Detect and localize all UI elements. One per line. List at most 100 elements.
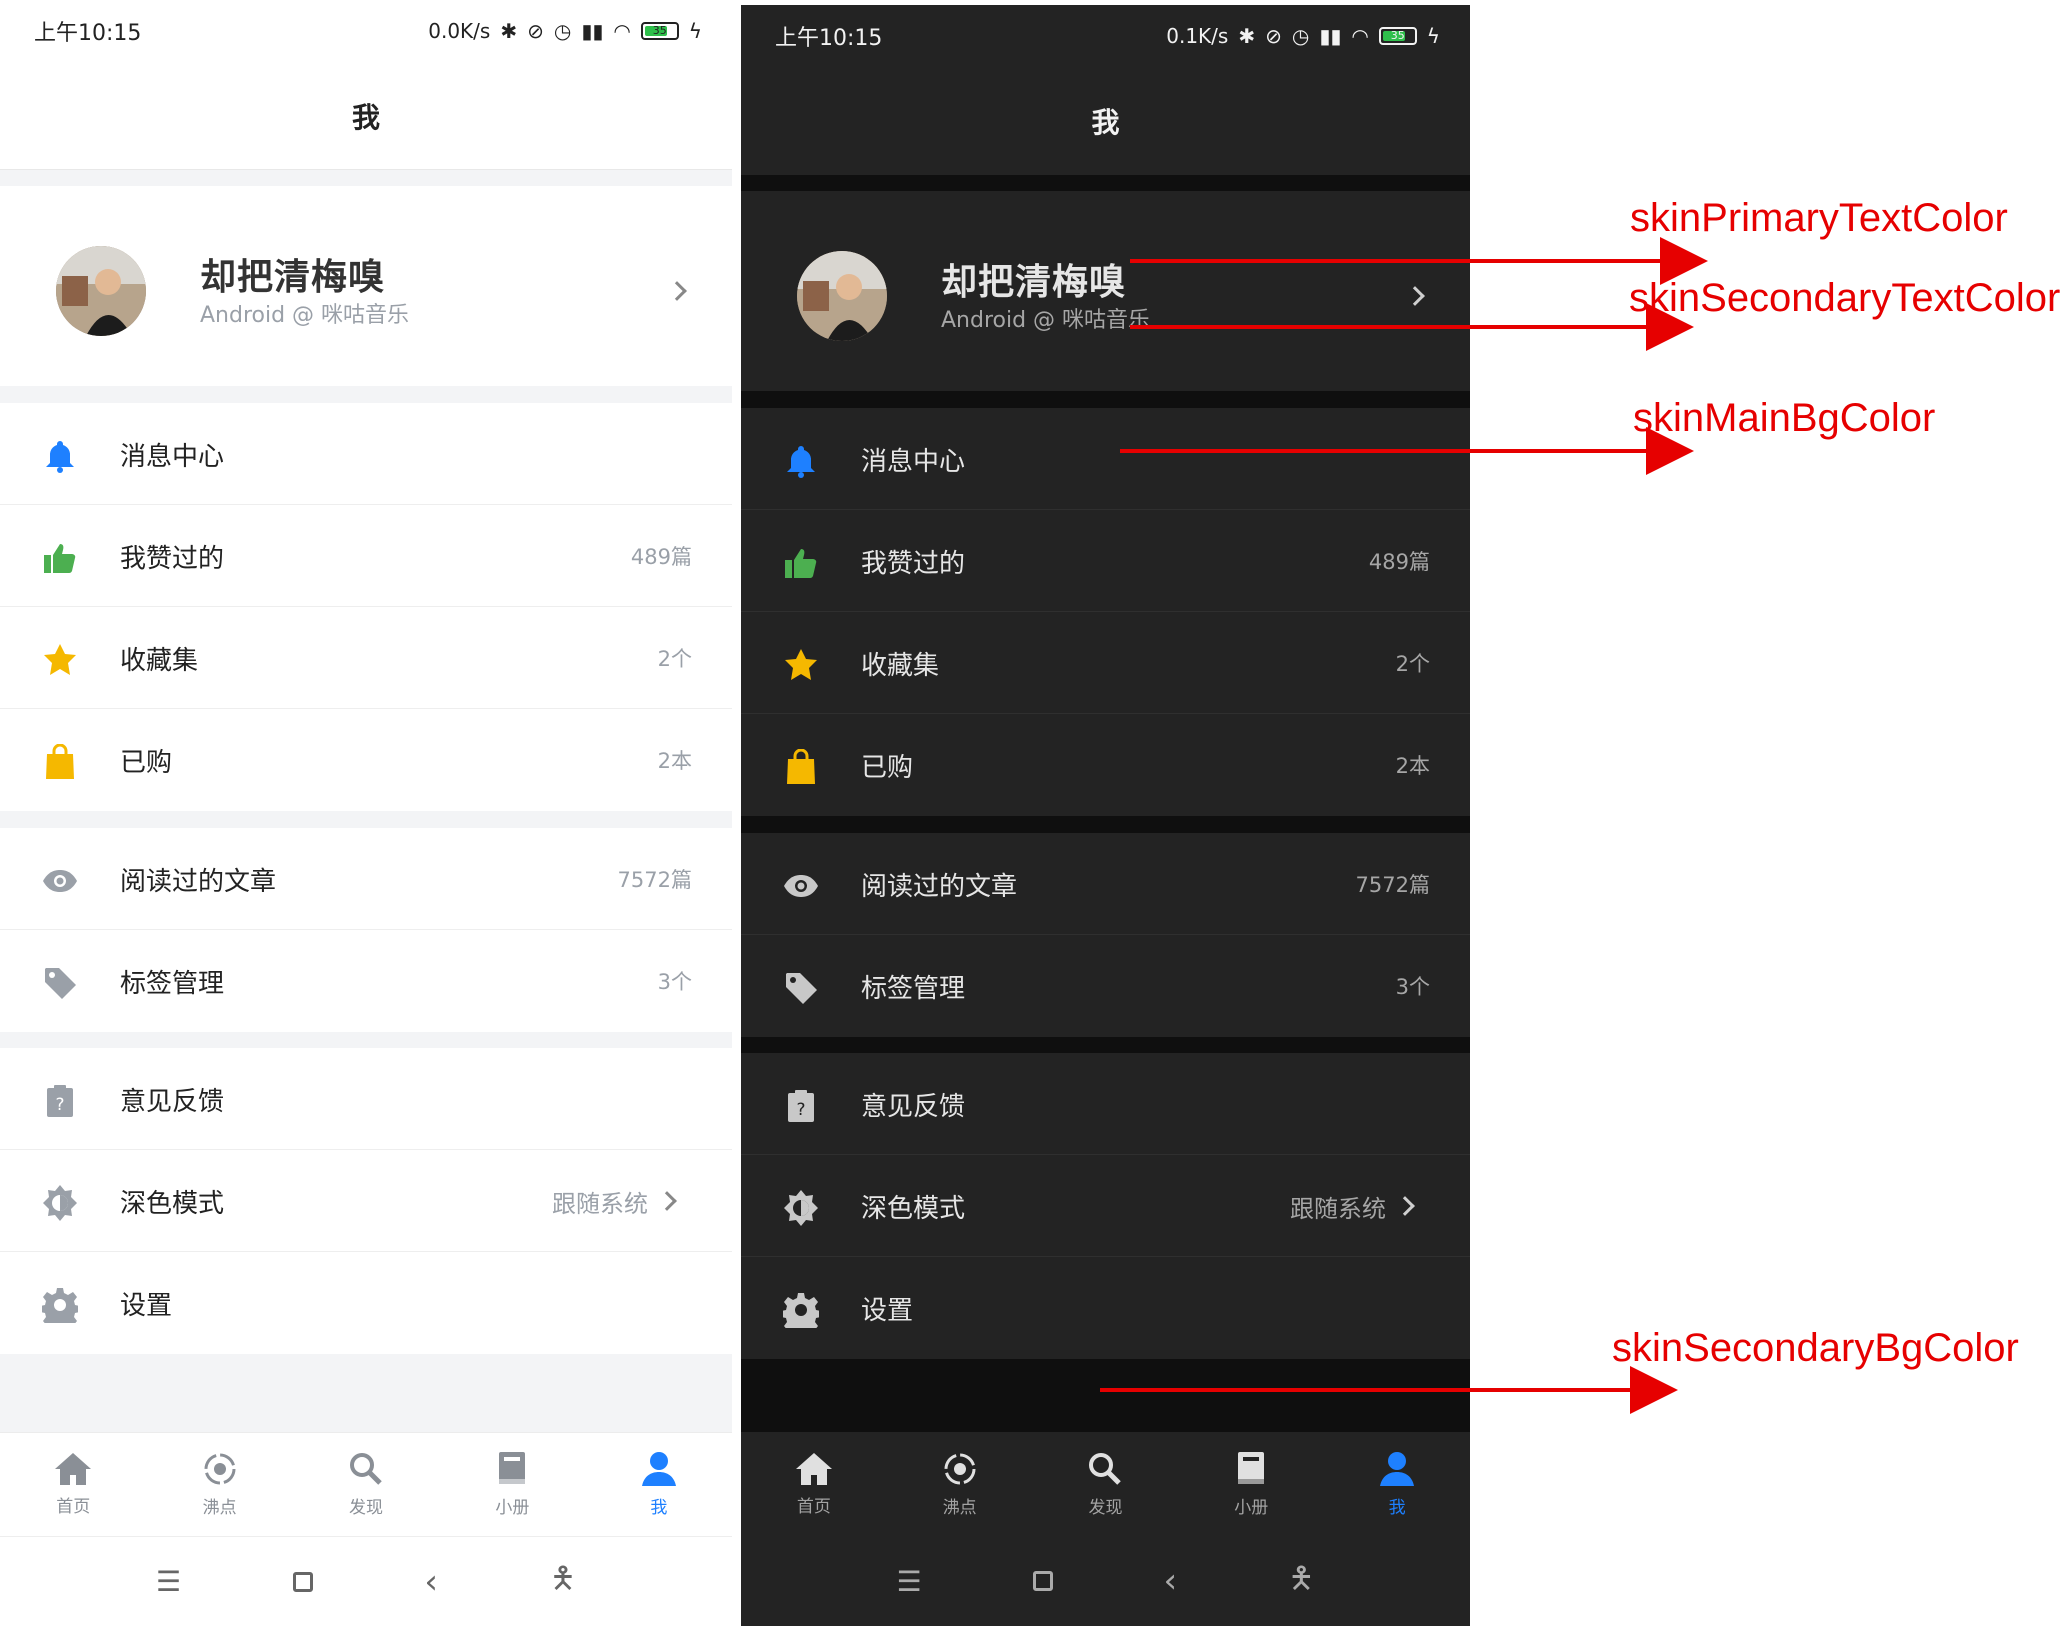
system-nav-bar: ☰ ‹ 🯅 xyxy=(0,1536,732,1626)
tab-label: 沸点 xyxy=(942,1497,977,1518)
shopping-bag-icon xyxy=(781,747,821,787)
menu-item-settings[interactable]: 设置 xyxy=(741,1257,1470,1359)
search-icon xyxy=(350,1453,382,1485)
profile-card[interactable]: 却把清梅嗅 Android @ 咪咕音乐 xyxy=(0,186,732,386)
eye-icon xyxy=(40,861,80,901)
bottom-tab-bar: 首页 沸点 发现 小册 我 xyxy=(0,1432,732,1536)
status-time: 上午10:15 xyxy=(775,26,883,51)
tab-label: 小册 xyxy=(1234,1497,1269,1518)
shopping-bag-icon xyxy=(40,742,80,782)
menu-item-feedback[interactable]: ? 意见反馈 xyxy=(741,1053,1470,1155)
tab-booklet[interactable]: 小册 xyxy=(1178,1432,1324,1536)
booklet-icon xyxy=(499,1452,526,1484)
thumbs-up-icon xyxy=(781,543,821,583)
battery-icon: 35 xyxy=(1378,27,1417,45)
accessibility-icon[interactable]: 🯅 xyxy=(550,1556,576,1607)
star-icon xyxy=(40,640,80,680)
menu-item-purchased[interactable]: 已购 2本 xyxy=(741,714,1470,816)
home-icon xyxy=(55,1453,92,1485)
back-nav-icon[interactable]: ‹ xyxy=(424,1562,438,1602)
menu-item-label: 深色模式 xyxy=(861,1193,966,1224)
menu-item-liked[interactable]: 我赞过的 489篇 xyxy=(0,505,732,607)
menu-item-messages[interactable]: 消息中心 xyxy=(0,403,732,505)
tab-home[interactable]: 首页 xyxy=(0,1433,146,1536)
svg-text:?: ? xyxy=(796,1100,805,1120)
menu-item-collections[interactable]: 收藏集 2个 xyxy=(741,612,1470,714)
bluetooth-icon: ✱ xyxy=(1238,24,1256,48)
menu-item-label: 收藏集 xyxy=(120,645,199,676)
menu-item-count: 3个 xyxy=(1395,975,1430,999)
tab-label: 首页 xyxy=(56,1497,91,1517)
menu-item-count: 489篇 xyxy=(630,545,692,569)
tab-label: 我 xyxy=(1388,1497,1406,1518)
tab-boiling-point[interactable]: 沸点 xyxy=(146,1433,292,1536)
alarm-icon: ◷ xyxy=(1291,24,1310,48)
thumbs-up-icon xyxy=(40,538,80,578)
tab-label: 发现 xyxy=(1088,1497,1123,1518)
menu-item-dark-mode[interactable]: 深色模式 跟随系统 xyxy=(0,1150,732,1252)
tab-boiling-point[interactable]: 沸点 xyxy=(887,1432,1033,1536)
tab-label: 发现 xyxy=(349,1498,384,1518)
menu-item-settings[interactable]: 设置 xyxy=(0,1252,732,1354)
gear-icon xyxy=(40,1285,80,1325)
mute-icon: ⊘ xyxy=(527,19,544,43)
menu-group-1: 消息中心 我赞过的 489篇 收藏集 2个 已购 2本 xyxy=(0,403,732,811)
menu-item-count: 3个 xyxy=(657,970,692,994)
tab-discover[interactable]: 发现 xyxy=(293,1433,439,1536)
menu-item-read-articles[interactable]: 阅读过的文章 7572篇 xyxy=(0,828,732,930)
menu-item-liked[interactable]: 我赞过的 489篇 xyxy=(741,510,1470,612)
battery-icon: 35 xyxy=(640,22,679,40)
menu-item-collections[interactable]: 收藏集 2个 xyxy=(0,607,732,709)
menu-item-feedback[interactable]: ? 意见反馈 xyxy=(0,1048,732,1150)
search-icon xyxy=(1089,1452,1122,1485)
tab-me[interactable]: 我 xyxy=(586,1433,732,1536)
dark-mode-value: 跟随系统 xyxy=(552,1189,648,1218)
menu-item-count: 2个 xyxy=(1395,652,1430,676)
menu-item-count: 7572篇 xyxy=(617,868,692,892)
menu-group-1: 消息中心 我赞过的 489篇 收藏集 2个 已购 2本 xyxy=(741,408,1470,816)
tab-home[interactable]: 首页 xyxy=(741,1432,887,1536)
page-title: 我 xyxy=(741,67,1470,175)
menu-item-purchased[interactable]: 已购 2本 xyxy=(0,709,732,811)
home-nav-icon[interactable] xyxy=(292,1571,313,1592)
status-icons: 0.0K/s ✱ ⊘ ◷ ▮▮ ◠ 35 ϟ xyxy=(428,19,702,43)
tab-booklet[interactable]: 小册 xyxy=(439,1433,585,1536)
tab-me[interactable]: 我 xyxy=(1324,1432,1470,1536)
tab-discover[interactable]: 发现 xyxy=(1033,1432,1179,1536)
menu-item-dark-mode[interactable]: 深色模式 跟随系统 xyxy=(741,1155,1470,1257)
menu-group-3: ? 意见反馈 深色模式 跟随系统 设置 xyxy=(741,1053,1470,1359)
eye-icon xyxy=(781,866,821,906)
back-nav-icon[interactable]: ‹ xyxy=(1164,1561,1178,1601)
profile-subtitle: Android @ 咪咕音乐 xyxy=(941,308,1151,333)
menu-nav-icon[interactable]: ☰ xyxy=(896,1565,921,1598)
menu-item-tags[interactable]: 标签管理 3个 xyxy=(741,935,1470,1037)
wifi-icon: ◠ xyxy=(613,19,631,43)
menu-item-tags[interactable]: 标签管理 3个 xyxy=(0,930,732,1032)
accessibility-icon[interactable]: 🯅 xyxy=(1288,1556,1314,1607)
bluetooth-icon: ✱ xyxy=(500,19,518,43)
charging-icon: ϟ xyxy=(688,19,702,43)
system-nav-bar: ☰ ‹ 🯅 xyxy=(741,1536,1470,1626)
user-icon xyxy=(1380,1451,1415,1486)
annotation-primary-text: skinPrimaryTextColor xyxy=(1630,196,2008,240)
status-bar: 上午10:15 0.0K/s ✱ ⊘ ◷ ▮▮ ◠ 35 ϟ xyxy=(0,0,732,62)
tag-icon xyxy=(781,968,821,1008)
menu-item-read-articles[interactable]: 阅读过的文章 7572篇 xyxy=(741,833,1470,935)
menu-item-label: 意见反馈 xyxy=(120,1086,225,1117)
tab-label: 首页 xyxy=(796,1496,831,1517)
menu-item-label: 我赞过的 xyxy=(120,543,225,574)
gear-icon xyxy=(781,1290,821,1330)
mute-icon: ⊘ xyxy=(1265,24,1282,48)
profile-card[interactable]: 却把清梅嗅 Android @ 咪咕音乐 xyxy=(741,191,1470,391)
tab-label: 沸点 xyxy=(202,1498,237,1518)
feedback-clipboard-icon: ? xyxy=(40,1081,80,1121)
network-speed: 0.0K/s xyxy=(428,19,491,43)
home-nav-icon[interactable] xyxy=(1032,1571,1053,1591)
annotation-secondary-bg: skinSecondaryBgColor xyxy=(1612,1326,2019,1370)
menu-item-label: 深色模式 xyxy=(120,1188,225,1219)
menu-nav-icon[interactable]: ☰ xyxy=(156,1565,181,1598)
menu-item-count: 7572篇 xyxy=(1355,873,1430,897)
dark-mode-icon xyxy=(40,1183,80,1223)
menu-item-messages[interactable]: 消息中心 xyxy=(741,408,1470,510)
menu-group-2: 阅读过的文章 7572篇 标签管理 3个 xyxy=(0,828,732,1032)
